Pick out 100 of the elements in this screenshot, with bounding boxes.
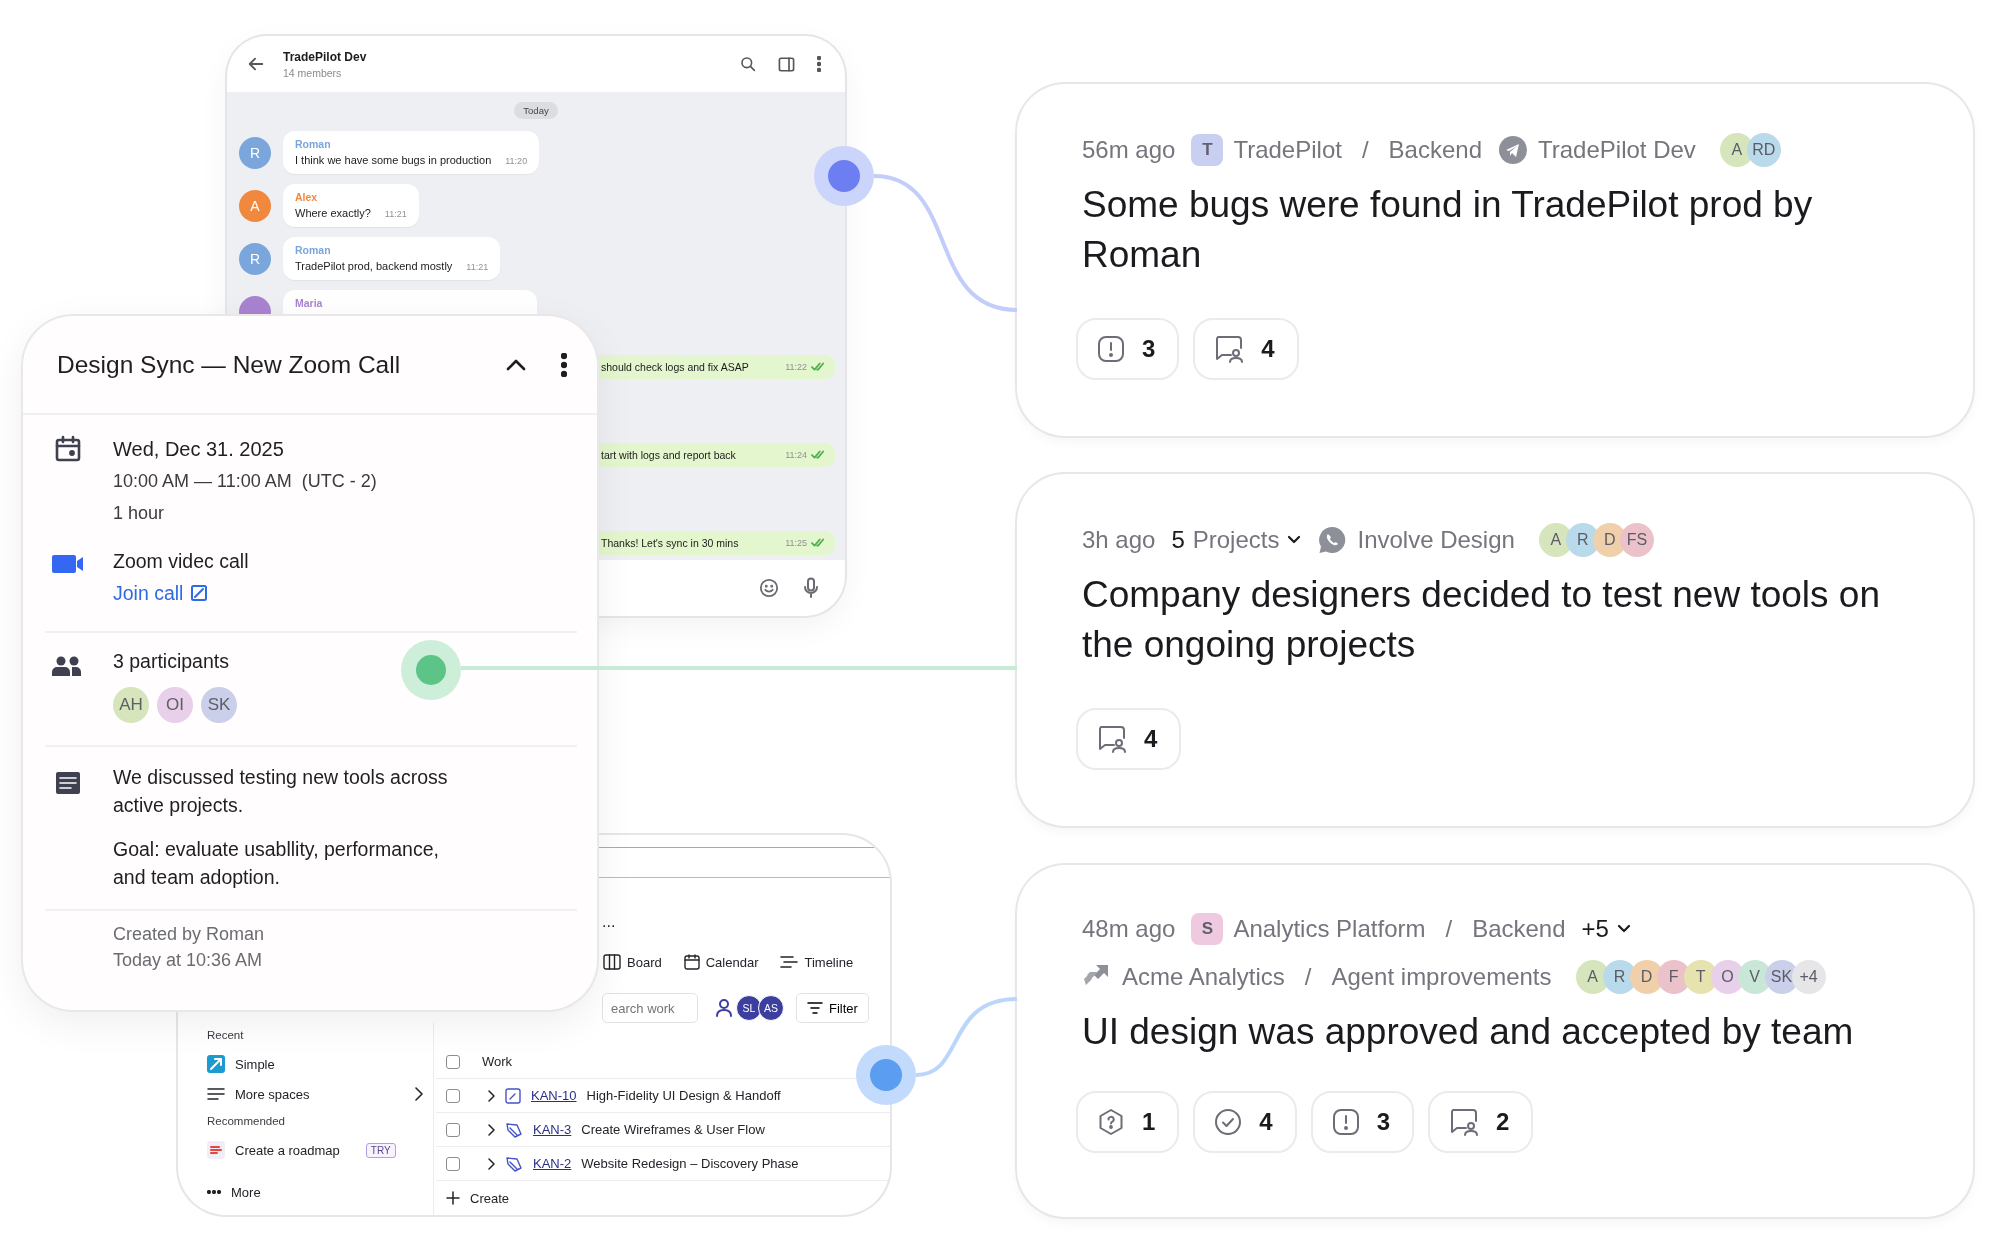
separator: / [1304, 963, 1312, 991]
breadcrumb[interactable]: Backend [1388, 136, 1482, 164]
view-tab[interactable]: Timeline [780, 954, 854, 970]
join-call-link[interactable]: Join call [113, 577, 249, 609]
check-circle-icon [1213, 1107, 1244, 1137]
message-text: tart with logs and report back [601, 449, 736, 461]
create-button[interactable]: Create [436, 1181, 890, 1215]
sidebar-heading: Recent [207, 1029, 245, 1041]
roadmap-icon [207, 1141, 225, 1159]
channel-name[interactable]: TradePilot Dev [1538, 136, 1696, 164]
author-name: Roman [295, 244, 332, 256]
message-time: 11:22 [785, 362, 807, 372]
search-icon[interactable] [740, 56, 756, 72]
timestamp: 48m ago [1082, 915, 1176, 943]
external-link-icon [191, 585, 208, 601]
calendar-icon [683, 954, 700, 970]
connector-dot [401, 640, 461, 700]
comment-icon [1096, 724, 1128, 754]
connector-dot [856, 1045, 916, 1105]
stat-chip[interactable]: 1 [1076, 1091, 1180, 1153]
search-field[interactable]: earch work [602, 993, 698, 1023]
breadcrumb[interactable]: Agent improvements [1331, 963, 1552, 991]
more-icon[interactable] [561, 352, 567, 377]
stat-chip[interactable]: 4 [1193, 1091, 1297, 1153]
activity-title: Some bugs were found in TradePilot prod by Roman [1082, 183, 1814, 277]
view-tab[interactable]: Board [603, 954, 662, 970]
issue-key-link[interactable]: KAN-3 [533, 1122, 572, 1137]
checkbox[interactable] [446, 1054, 460, 1069]
stat-chip[interactable]: 4 [1076, 708, 1182, 770]
filter-icon [807, 1002, 823, 1014]
chevron-right-icon[interactable] [488, 1089, 495, 1102]
alert-icon [1330, 1107, 1361, 1137]
list-icon [207, 1087, 225, 1101]
issue-title: Create Wireframes & User Flow [581, 1122, 765, 1137]
event-title: Design Sync — New Zoom Call [57, 350, 402, 379]
board-icon [603, 954, 621, 970]
breadcrumb[interactable]: Backend [1472, 915, 1566, 943]
event-time: 10:00 AM — 11:00 AM (UTC - 2) [113, 470, 377, 493]
chevron-right-icon[interactable] [488, 1123, 495, 1136]
video-camera-icon [52, 553, 84, 575]
column-header: Work [482, 1054, 513, 1069]
avatar[interactable]: AS [758, 995, 784, 1021]
notes-icon [55, 771, 81, 795]
sidebar-item[interactable]: More spaces [207, 1079, 433, 1109]
space-name[interactable]: TradePilot [1233, 136, 1342, 164]
member-count: 14 members [283, 66, 343, 79]
paper-plane-icon [1498, 135, 1528, 165]
checkbox[interactable] [446, 1156, 460, 1171]
stat-chip[interactable]: 2 [1428, 1091, 1534, 1153]
calendar-icon [54, 435, 82, 463]
stat-chip[interactable]: 3 [1076, 318, 1180, 380]
message-text: Thanks! Let's sync in 30 mins [601, 537, 739, 549]
event-date: Wed, Dec 31. 2025 [113, 437, 285, 462]
channel-name[interactable]: Acme Analytics [1122, 963, 1285, 991]
timestamp: 3h ago [1082, 526, 1156, 554]
avatar: SK [201, 687, 237, 723]
stat-chip[interactable]: 4 [1193, 318, 1299, 380]
checkbox[interactable] [446, 1122, 460, 1137]
author-name: Roman [295, 138, 332, 150]
more-icon[interactable] [817, 56, 821, 72]
message-text: I think we have some bugs in production [295, 154, 492, 166]
avatar: R [239, 137, 271, 169]
checkbox[interactable] [446, 1088, 460, 1103]
stat-chip[interactable]: 3 [1310, 1091, 1415, 1153]
timestamp: 56m ago [1082, 136, 1176, 164]
message-text: should check logs and fix ASAP [601, 361, 749, 373]
space-name[interactable]: Analytics Platform [1233, 915, 1426, 943]
avatar: AH [113, 687, 149, 723]
chat-bubble-icon [1317, 525, 1348, 555]
message-text: TradePilot prod, backend mostly [295, 260, 453, 272]
activity-title: Company designers decided to test new tools on the ongoing projects [1082, 573, 1882, 667]
dropdown-button[interactable]: 5 Projects [1171, 526, 1302, 554]
sidebar-item[interactable]: Simple [207, 1049, 433, 1079]
chevron-down-icon [1287, 535, 1302, 545]
dropdown-button[interactable]: +5 [1581, 915, 1631, 943]
event-duration: 1 hour [113, 502, 166, 525]
person-icon[interactable] [716, 999, 732, 1017]
created-by: Created by Roman [113, 923, 265, 946]
sidebar-panel-icon[interactable] [778, 56, 795, 72]
separator: / [1361, 136, 1369, 164]
chevron-right-icon[interactable] [488, 1157, 495, 1170]
issue-key-link[interactable]: KAN-2 [533, 1156, 572, 1171]
emoji-icon[interactable] [759, 578, 779, 598]
issue-key-link[interactable]: KAN-10 [531, 1088, 577, 1103]
avatar: RD [1746, 133, 1781, 167]
participant-count: 3 participants [113, 649, 230, 674]
avatar[interactable]: SL [736, 995, 762, 1021]
comment-icon [1448, 1107, 1481, 1137]
task-icon [505, 1087, 521, 1104]
sidebar-item[interactable]: More [207, 1177, 433, 1207]
avatar: R [239, 243, 271, 275]
chat-title: TradePilot Dev [283, 49, 368, 64]
filter-button[interactable]: Filter [796, 993, 869, 1023]
view-tab[interactable]: Calendar [683, 954, 759, 970]
created-time: Today at 10:36 AM [113, 949, 264, 972]
microphone-icon[interactable] [803, 577, 819, 599]
channel-name[interactable]: Involve Design [1357, 526, 1515, 554]
back-arrow-icon[interactable] [247, 55, 265, 73]
note-text: We discussed testing new tools across active projects. [113, 765, 449, 818]
sidebar-item[interactable]: Create a roadmap TRY [207, 1135, 433, 1165]
